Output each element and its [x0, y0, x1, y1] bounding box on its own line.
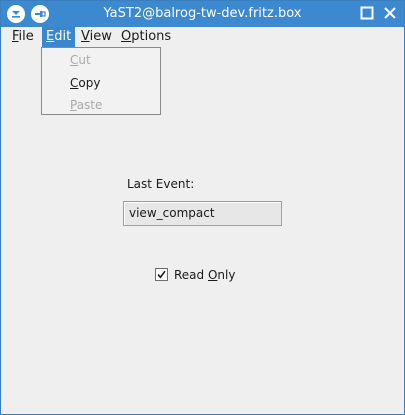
menu-edit-label: dit — [54, 29, 72, 44]
menu-file[interactable]: File — [8, 27, 38, 47]
paste-mnemonic: P — [70, 98, 77, 112]
close-icon — [383, 5, 397, 24]
last-event-field[interactable]: view_compact — [123, 201, 282, 226]
window-title: YaST2@balrog-tw-dev.fritz.box — [103, 6, 302, 21]
copy-label: opy — [78, 76, 101, 90]
menu-file-label: ile — [18, 29, 34, 44]
menu-edit-mnemonic: E — [46, 29, 55, 44]
menu-view-mnemonic: V — [81, 29, 90, 44]
last-event-label: Last Event: — [127, 177, 195, 191]
title-bar[interactable]: YaST2@balrog-tw-dev.fritz.box — [1, 1, 404, 27]
paste-label: aste — [76, 98, 103, 112]
menu-item-paste[interactable]: Paste — [70, 96, 102, 114]
cut-label: ut — [78, 53, 91, 67]
edit-dropdown-menu: Cut Copy Paste — [41, 47, 161, 115]
menu-view[interactable]: View — [77, 27, 116, 47]
read-only-label: Read Only — [174, 267, 235, 283]
menu-item-cut[interactable]: Cut — [70, 51, 91, 69]
menu-bar: File Edit View Options — [1, 27, 404, 47]
read-only-mnemonic: O — [207, 268, 218, 282]
pin-icon — [34, 8, 46, 20]
close-button[interactable] — [381, 5, 399, 23]
read-only-checkbox[interactable] — [155, 268, 168, 281]
menu-item-copy[interactable]: Copy — [70, 74, 100, 92]
pin-button[interactable] — [31, 5, 49, 23]
read-only-label-pre: Read — [174, 268, 208, 282]
menu-options[interactable]: Options — [117, 27, 175, 47]
window-menu-icon — [10, 8, 22, 20]
menu-edit[interactable]: Edit — [42, 27, 76, 47]
menu-options-label: ptions — [131, 29, 172, 44]
read-only-label-post: nly — [217, 268, 236, 282]
window-menu-button[interactable] — [7, 5, 25, 23]
maximize-button[interactable] — [358, 5, 376, 23]
app-window: YaST2@balrog-tw-dev.fritz.box File Edit … — [0, 0, 405, 415]
checkmark-icon — [157, 270, 166, 279]
menu-options-mnemonic: O — [121, 29, 132, 44]
menu-view-label: iew — [89, 29, 112, 44]
maximize-icon — [360, 5, 374, 24]
